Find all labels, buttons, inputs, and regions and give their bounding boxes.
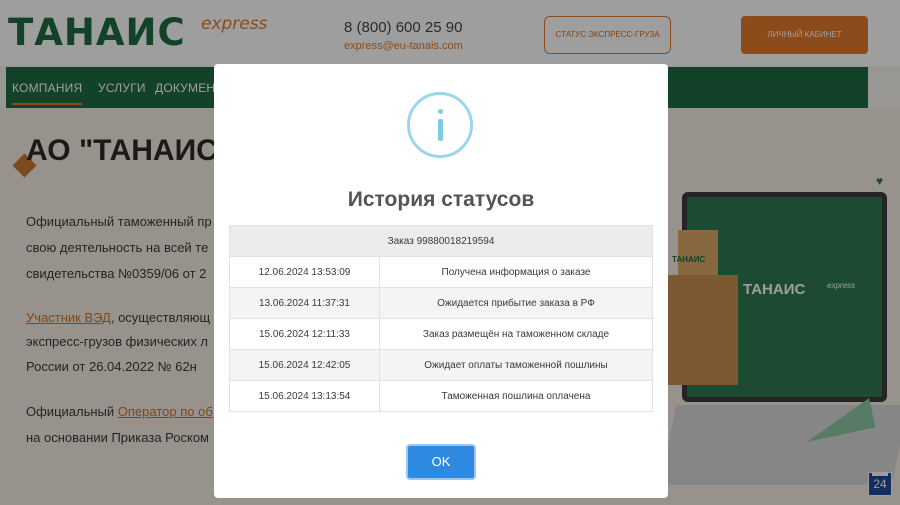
status-history-table: Заказ 99880018219594 12.06.2024 13:53:09…: [229, 225, 653, 412]
info-icon-bar: [438, 119, 443, 141]
table-row: 15.06.2024 12:11:33 Заказ размещён на та…: [229, 318, 653, 350]
info-icon: [407, 92, 473, 158]
table-row: 15.06.2024 12:42:05 Ожидает оплаты тамож…: [229, 349, 653, 381]
status-text-cell: Ожидает оплаты таможенной пошлины: [379, 349, 653, 381]
status-date-cell: 13.06.2024 11:37:31: [229, 287, 380, 319]
status-date-cell: 15.06.2024 12:42:05: [229, 349, 380, 381]
status-text-cell: Таможенная пошлина оплачена: [379, 380, 653, 412]
status-date-cell: 15.06.2024 12:11:33: [229, 318, 380, 350]
status-date-cell: 12.06.2024 13:53:09: [229, 256, 380, 288]
status-date-cell: 15.06.2024 13:13:54: [229, 380, 380, 412]
table-row: 12.06.2024 13:53:09 Получена информация …: [229, 256, 653, 288]
table-row: 15.06.2024 13:13:54 Таможенная пошлина о…: [229, 380, 653, 412]
status-text-cell: Получена информация о заказе: [379, 256, 653, 288]
dialog-title: История статусов: [347, 188, 535, 211]
info-icon-dot: [438, 109, 443, 114]
status-history-dialog: История статусов Заказ 99880018219594 12…: [214, 64, 668, 498]
status-text-cell: Заказ размещён на таможенном складе: [379, 318, 653, 350]
status-text-cell: Ожидается прибытие заказа в РФ: [379, 287, 653, 319]
ok-button[interactable]: OK: [406, 444, 476, 480]
table-row: 13.06.2024 11:37:31 Ожидается прибытие з…: [229, 287, 653, 319]
table-header-row: Заказ 99880018219594: [229, 225, 653, 257]
order-number-cell: Заказ 99880018219594: [229, 225, 653, 257]
